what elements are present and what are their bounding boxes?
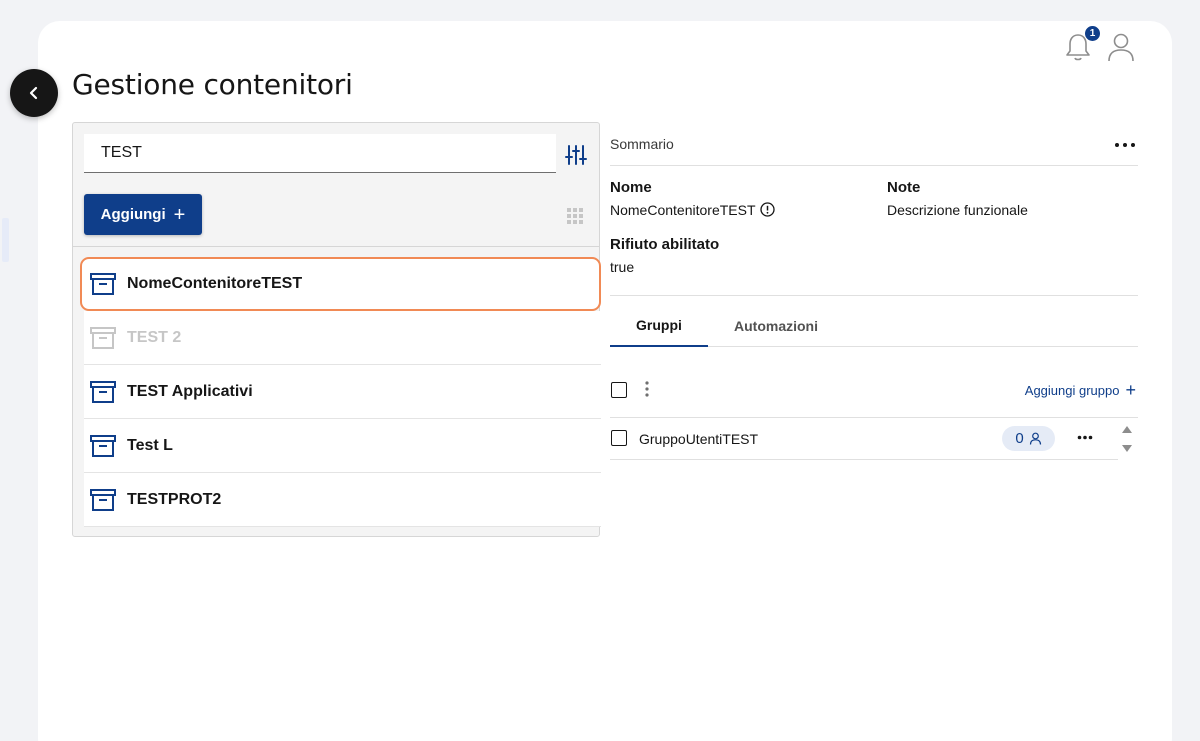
side-nav-marker bbox=[2, 218, 9, 262]
more-options-icon[interactable] bbox=[1114, 142, 1136, 148]
archive-box-icon bbox=[90, 380, 116, 403]
list-item-label: Test L bbox=[127, 436, 173, 454]
chevron-left-icon bbox=[29, 86, 38, 100]
notification-badge: 1 bbox=[1084, 25, 1101, 42]
divider bbox=[610, 165, 1138, 166]
scroll-down-arrow-icon[interactable] bbox=[1122, 445, 1132, 452]
user-profile-icon[interactable] bbox=[1106, 31, 1136, 63]
add-group-button[interactable]: Aggiungi gruppo + bbox=[1025, 381, 1136, 399]
plus-icon: + bbox=[173, 203, 186, 226]
list-item[interactable]: NomeContenitoreTEST bbox=[80, 257, 601, 311]
note-label: Note bbox=[887, 179, 921, 196]
kebab-menu-icon[interactable] bbox=[645, 381, 649, 397]
summary-section-label: Sommario bbox=[610, 136, 674, 152]
group-name: GruppoUtentiTEST bbox=[639, 431, 759, 447]
list-item-label: TEST Applicativi bbox=[127, 382, 253, 400]
containers-panel: Aggiungi + NomeContenitoreTEST TEST 2 TE… bbox=[72, 122, 601, 537]
list-item[interactable]: TESTPROT2 bbox=[84, 473, 601, 527]
add-group-label: Aggiungi gruppo bbox=[1024, 382, 1120, 398]
add-container-button[interactable]: Aggiungi + bbox=[84, 194, 202, 235]
archive-box-icon bbox=[90, 488, 116, 511]
archive-box-icon bbox=[90, 273, 116, 295]
search-field[interactable] bbox=[84, 134, 556, 173]
note-value: Descrizione funzionale bbox=[887, 202, 1028, 218]
list-item[interactable]: TEST Applicativi bbox=[84, 365, 601, 419]
back-button[interactable] bbox=[10, 69, 58, 117]
select-all-checkbox[interactable] bbox=[611, 382, 627, 398]
archive-box-icon bbox=[90, 434, 116, 457]
grid-view-icon[interactable] bbox=[567, 208, 583, 224]
info-icon[interactable] bbox=[759, 202, 775, 217]
user-icon bbox=[1029, 432, 1041, 445]
archive-box-icon bbox=[90, 326, 116, 349]
page-title: Gestione contenitori bbox=[72, 68, 353, 101]
name-value-text: NomeContenitoreTEST bbox=[610, 202, 756, 218]
tab-automations[interactable]: Automazioni bbox=[720, 305, 832, 347]
member-count: 0 bbox=[1015, 430, 1024, 447]
search-input[interactable] bbox=[84, 134, 556, 172]
table-row[interactable]: GruppoUtentiTEST 0 bbox=[610, 418, 1118, 460]
list-item-label: TESTPROT2 bbox=[127, 490, 222, 508]
row-more-options-icon[interactable] bbox=[1077, 435, 1093, 440]
tab-groups[interactable]: Gruppi bbox=[610, 305, 708, 347]
add-button-label: Aggiungi bbox=[100, 206, 166, 223]
list-item[interactable]: Test L bbox=[84, 419, 601, 473]
waste-enabled-label: Rifiuto abilitato bbox=[610, 236, 720, 253]
list-divider bbox=[73, 246, 599, 247]
container-list: NomeContenitoreTEST TEST 2 TEST Applicat… bbox=[80, 257, 601, 527]
plus-icon: + bbox=[1125, 380, 1136, 400]
filter-settings-icon[interactable] bbox=[564, 143, 588, 167]
waste-enabled-value: true bbox=[610, 259, 635, 275]
row-checkbox[interactable] bbox=[611, 430, 627, 446]
member-count-badge[interactable]: 0 bbox=[1002, 426, 1055, 451]
list-item-label: NomeContenitoreTEST bbox=[127, 275, 303, 292]
list-item-label: TEST 2 bbox=[127, 328, 182, 346]
scroll-up-arrow-icon[interactable] bbox=[1122, 426, 1132, 433]
list-item[interactable]: TEST 2 bbox=[84, 311, 601, 365]
name-value: NomeContenitoreTEST bbox=[610, 202, 775, 218]
name-label: Nome bbox=[610, 179, 652, 196]
divider bbox=[610, 295, 1138, 296]
tab-bar: Gruppi Automazioni bbox=[610, 305, 1138, 347]
